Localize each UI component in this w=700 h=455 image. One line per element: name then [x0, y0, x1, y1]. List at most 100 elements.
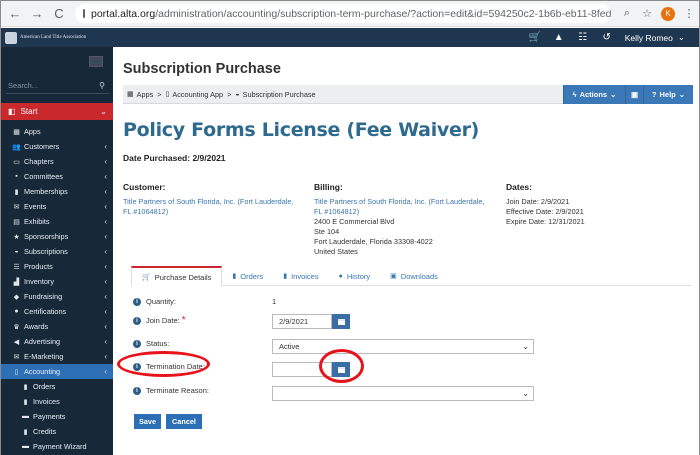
users-icon: 👥: [12, 143, 21, 151]
billing-heading: Billing:: [314, 182, 343, 192]
terminate-reason-label: Terminate Reason:: [146, 386, 209, 395]
sidebar-item-apps[interactable]: ▦ Apps: [1, 124, 113, 139]
chevron-down-icon: ⌄: [522, 342, 529, 351]
money-icon: ▬: [22, 443, 29, 450]
sidebar-item-payment-wizard[interactable]: ▬ Payment Wizard: [1, 439, 113, 454]
envelope-icon: ✉: [13, 203, 20, 211]
lock-icon: [83, 9, 85, 18]
breadcrumb-apps[interactable]: Apps: [137, 90, 154, 99]
sidebar-toggle[interactable]: [89, 56, 103, 67]
tab-invoices[interactable]: ▮ Invoices: [273, 266, 328, 286]
sidebar-item-e-marketing[interactable]: ✉ E-Marketing ‹: [1, 349, 113, 364]
save-button[interactable]: Save: [134, 414, 161, 429]
user-menu[interactable]: Kelly Romeo ⌄: [619, 32, 699, 43]
question-icon: ?: [651, 90, 657, 99]
sidebar-item-label: Chapters: [24, 157, 54, 166]
help-label: Help: [659, 90, 676, 99]
tab-orders[interactable]: ▮ Orders: [222, 266, 273, 286]
sidebar-item-label: Certifications: [24, 307, 67, 316]
mail-icon: ✉: [13, 353, 20, 361]
sidebar-item-label: Advertising: [24, 337, 61, 346]
status-select[interactable]: Active ⌄: [272, 339, 534, 354]
sidebar-item-advertising[interactable]: ◀ Advertising ‹: [1, 334, 113, 349]
browser-menu-icon[interactable]: ⋮: [679, 4, 699, 24]
sidebar-item-fundraising[interactable]: ◆ Fundraising ‹: [1, 289, 113, 304]
sidebar-item-chapters[interactable]: ▭ Chapters ‹: [1, 154, 113, 169]
billing-link[interactable]: Title Partners of South Florida, Inc. (F…: [314, 197, 484, 216]
actions-label: Actions: [579, 90, 608, 99]
sidebar-item-subscriptions[interactable]: ◒ Subscriptions ‹: [1, 244, 113, 259]
sidebar-item-awards[interactable]: ♛ Awards ‹: [1, 319, 113, 334]
bookmark-star-icon[interactable]: ☆: [637, 4, 657, 24]
tab-label: Orders: [240, 271, 264, 281]
book-icon: ▮: [14, 188, 19, 196]
logo-text: American Land Title Association: [20, 35, 87, 40]
forward-icon[interactable]: →: [29, 6, 45, 22]
dates-section: Dates: Join Date: 2/9/2021 Effective Dat…: [506, 182, 686, 227]
chevron-left-icon: ‹: [104, 307, 107, 316]
termination-date-input[interactable]: [272, 362, 332, 377]
tab-label: History: [346, 271, 371, 281]
alta-logo[interactable]: American Land Title Association: [1, 28, 113, 47]
sidebar-search[interactable]: Search... ⚲: [6, 77, 109, 94]
sidebar-item-certifications[interactable]: ● Certifications ‹: [1, 304, 113, 319]
sidebar-item-orders[interactable]: ▮ Orders: [1, 379, 113, 394]
tab-label: Purchase Details: [154, 272, 212, 282]
cart-icon[interactable]: 🛒: [523, 28, 547, 47]
join-date-calendar-button[interactable]: [332, 314, 350, 329]
sidebar-item-events[interactable]: ✉ Events ‹: [1, 199, 113, 214]
sidebar-item-committees[interactable]: ▪ Committees ‹: [1, 169, 113, 184]
lock-icon[interactable]: ▣: [625, 85, 643, 104]
sidebar-item-inventory[interactable]: ▟ Inventory ‹: [1, 274, 113, 289]
grid-icon: ▦: [127, 91, 134, 98]
terminate-reason-select[interactable]: ⌄: [272, 386, 534, 401]
sidebar-item-credits[interactable]: ▮ Credits: [1, 424, 113, 439]
history-icon[interactable]: ↺: [595, 28, 619, 47]
customer-heading: Customer:: [123, 182, 166, 192]
search-input[interactable]: Search...: [8, 81, 38, 90]
termination-date-calendar-button[interactable]: [332, 362, 350, 377]
join-date-input[interactable]: 2/9/2021: [272, 314, 332, 329]
tasks-icon[interactable]: ☷: [571, 28, 595, 47]
briefcase-icon: ▪: [15, 173, 18, 180]
help-button[interactable]: ? Help ⌄: [643, 85, 693, 104]
chevron-down-icon: ⌄: [100, 107, 107, 116]
join-date-line: Join Date: 2/9/2021: [506, 197, 570, 206]
alert-icon[interactable]: ▲: [547, 28, 571, 47]
chevron-left-icon: ‹: [104, 262, 107, 271]
breadcrumb-accounting-app[interactable]: Accounting App: [172, 90, 223, 99]
address-bar[interactable]: portal.alta.org /administration/accounti…: [75, 4, 611, 23]
back-icon[interactable]: ←: [7, 6, 23, 22]
sidebar-item-invoices[interactable]: ▮ Invoices: [1, 394, 113, 409]
sidebar-item-products[interactable]: ☰ Products ‹: [1, 259, 113, 274]
breadcrumb: ▦ Apps > ▯ Accounting App > ◒ Subscripti…: [123, 85, 693, 104]
cart-icon: 🛒: [142, 274, 151, 281]
actions-button[interactable]: ϟ Actions ⌄: [563, 85, 625, 104]
tab-downloads[interactable]: ▣ Downloads: [380, 266, 448, 286]
sidebar-item-sponsorships[interactable]: ★ Sponsorships ‹: [1, 229, 113, 244]
profile-avatar[interactable]: K: [661, 6, 675, 21]
sidebar-item-accounting[interactable]: ▯ Accounting ‹: [1, 364, 113, 379]
chevron-left-icon: ‹: [104, 352, 107, 361]
sidebar-start[interactable]: ◧ Start ⌄: [1, 103, 113, 120]
customer-section: Customer: Title Partners of South Florid…: [123, 182, 303, 217]
zoom-icon[interactable]: ⌕: [617, 4, 637, 24]
cancel-button[interactable]: Cancel: [166, 414, 202, 429]
terminate-reason-row: i Terminate Reason:: [133, 386, 209, 395]
tab-history[interactable]: ● History: [329, 266, 381, 286]
reload-icon[interactable]: C: [51, 6, 67, 22]
sidebar-item-label: Subscriptions: [24, 247, 68, 256]
tab-purchase-details[interactable]: 🛒 Purchase Details: [131, 266, 223, 287]
chevron-left-icon: ‹: [104, 142, 107, 151]
date-purchased: Date Purchased: 2/9/2021: [123, 153, 226, 163]
file-icon: ▮: [23, 398, 28, 406]
customer-link[interactable]: Title Partners of South Florida, Inc. (F…: [123, 197, 293, 216]
sidebar-item-memberships[interactable]: ▮ Memberships ‹: [1, 184, 113, 199]
info-icon: i: [133, 297, 141, 306]
calendar-icon: [337, 318, 345, 325]
sidebar-item-customers[interactable]: 👥 Customers ‹: [1, 139, 113, 154]
sidebar-item-exhibits[interactable]: ▤ Exhibits ‹: [1, 214, 113, 229]
search-icon[interactable]: ⚲: [99, 81, 105, 90]
join-date-label: Join Date:: [146, 316, 180, 325]
sidebar-item-payments[interactable]: ▬ Payments: [1, 409, 113, 424]
